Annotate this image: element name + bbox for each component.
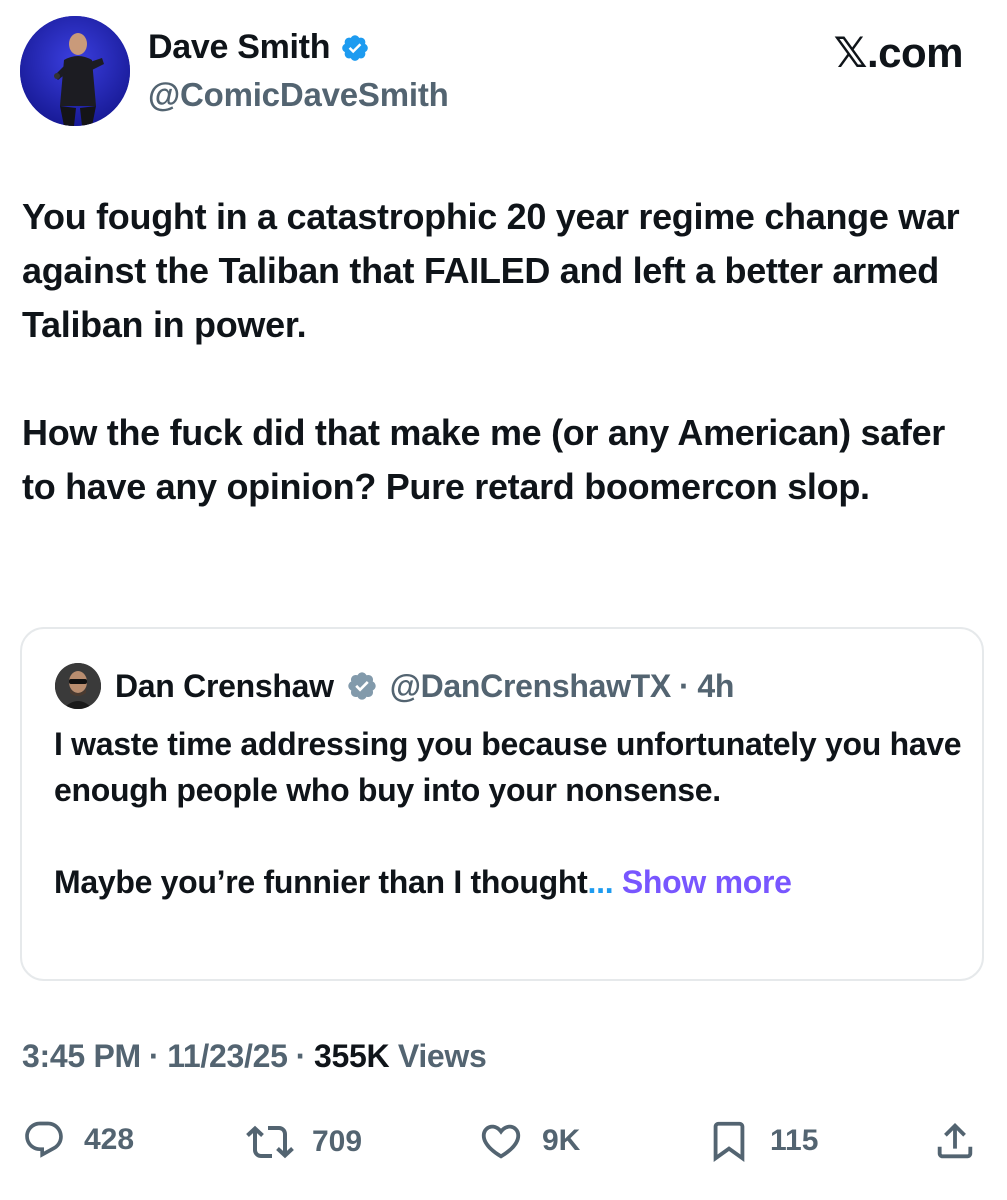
bookmark-button[interactable]: 115	[706, 1118, 818, 1164]
separator-dot: ·	[295, 1038, 307, 1074]
verified-badge-icon	[348, 672, 376, 700]
share-button[interactable]	[932, 1118, 978, 1164]
quoted-avatar-image	[55, 663, 101, 709]
quoted-paragraph: Maybe you’re funnier than I thought... S…	[54, 859, 964, 905]
quoted-paragraph: I waste time addressing you because unfo…	[54, 726, 962, 808]
tweet-time[interactable]: 3:45 PM	[22, 1038, 141, 1075]
repost-button[interactable]: 709	[246, 1118, 362, 1166]
tweet-meta: 3:45 PM · 11/23/25 · 355K Views	[22, 1038, 487, 1075]
quoted-author-handle[interactable]: @DanCrenshawTX	[390, 668, 672, 705]
like-count: 9K	[542, 1124, 581, 1157]
author-name-row: Dave Smith	[148, 28, 370, 67]
verified-badge-icon	[342, 34, 368, 61]
quoted-author-avatar[interactable]	[55, 663, 101, 709]
quoted-tweet-header: Dan Crenshaw @DanCrenshawTX · 4h	[55, 663, 734, 709]
author-avatar[interactable]	[20, 16, 130, 126]
author-handle[interactable]: @ComicDaveSmith	[148, 76, 449, 114]
views-label: Views	[397, 1038, 487, 1074]
share-icon	[937, 1122, 973, 1159]
reply-icon	[25, 1121, 63, 1158]
tweet-date[interactable]: 11/23/25	[167, 1038, 288, 1075]
ellipsis: ...	[587, 864, 614, 900]
bookmark-icon	[713, 1121, 745, 1162]
separator-dot: ·	[678, 667, 690, 704]
reply-count: 428	[84, 1123, 135, 1156]
like-icon	[481, 1124, 521, 1159]
views-count: 355K	[313, 1038, 390, 1074]
quoted-paragraph-text: Maybe you’re funnier than I thought	[54, 864, 588, 900]
reply-button[interactable]: 428	[22, 1118, 134, 1162]
quoted-author-name[interactable]: Dan Crenshaw	[115, 668, 334, 705]
tweet-paragraph: You fought in a catastrophic 20 year reg…	[22, 196, 960, 345]
separator-dot: ·	[148, 1038, 160, 1074]
tweet-paragraph: How the fuck did that make me (or any Am…	[22, 412, 946, 507]
like-button[interactable]: 9K	[478, 1118, 580, 1164]
quoted-tweet-card[interactable]: Dan Crenshaw @DanCrenshawTX · 4h I waste…	[20, 627, 984, 981]
author-avatar-image	[20, 16, 130, 126]
bookmark-count: 115	[770, 1124, 819, 1157]
quoted-tweet-text: I waste time addressing you because unfo…	[54, 721, 964, 905]
repost-icon	[246, 1125, 294, 1159]
author-name[interactable]: Dave Smith	[148, 28, 330, 67]
x-logo: 𝕏.com	[833, 29, 964, 76]
show-more-link[interactable]: Show more	[622, 864, 792, 900]
quoted-tweet-time[interactable]: 4h	[697, 668, 734, 705]
tweet-text: You fought in a catastrophic 20 year reg…	[22, 190, 982, 514]
repost-count: 709	[312, 1125, 363, 1158]
